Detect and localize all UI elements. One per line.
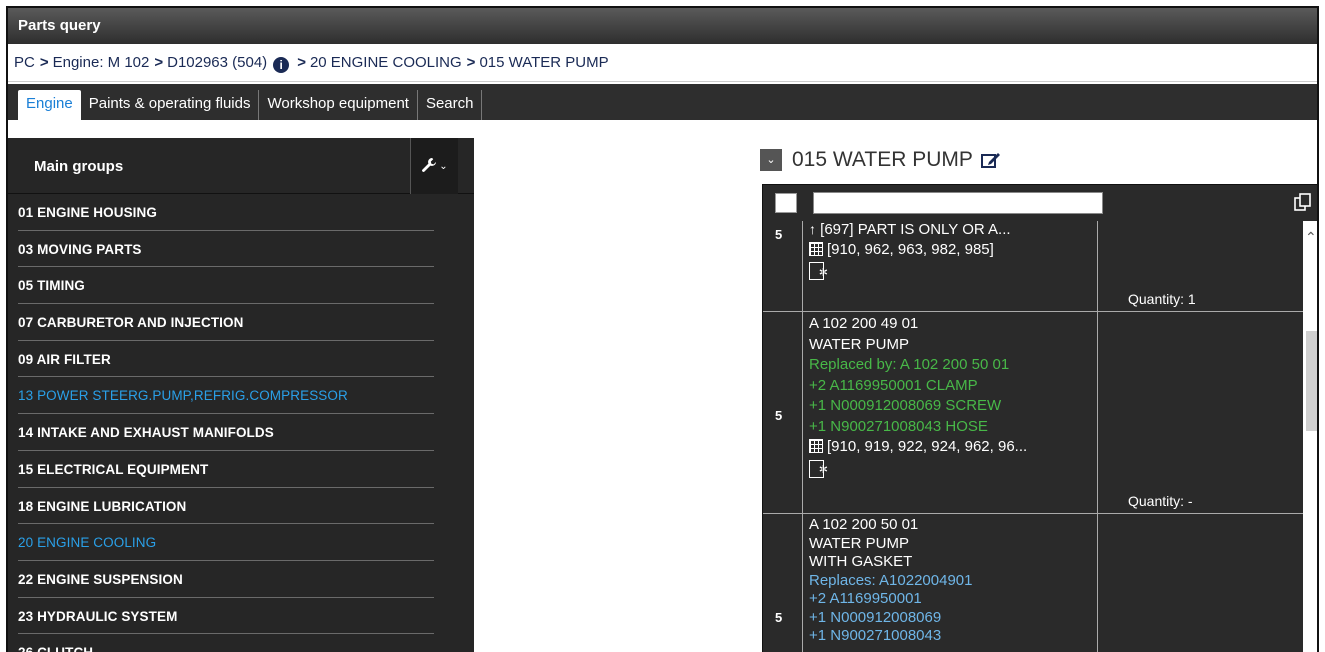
group-item[interactable]: 07 CARBURETOR AND INJECTION (8, 304, 474, 341)
tab-bar: Engine Paints & operating fluids Workshop … (8, 84, 1317, 120)
position-value: 5 (775, 227, 783, 242)
quantity-value: Quantity: - (1128, 493, 1193, 509)
replaced-by-note[interactable]: Replaced by: A 102 200 50 01 (809, 355, 1097, 376)
group-item[interactable]: 15 ELECTRICAL EQUIPMENT (8, 451, 474, 488)
position-cell: 5 (763, 221, 803, 311)
tab-engine[interactable]: Engine (18, 90, 81, 120)
main-groups-header: Main groups ⌄ (8, 138, 474, 194)
group-item[interactable]: 05 TIMING (8, 267, 474, 304)
description-cell: ↑ [697] PART IS ONLY OR A... [910, 962, … (803, 221, 1098, 311)
breadcrumb-item-engine[interactable]: Engine: M 102 (53, 54, 150, 71)
additional-part: +1 N900271008043 (809, 627, 942, 644)
parts-filter-input[interactable] (813, 192, 1103, 214)
breadcrumb-item-pc[interactable]: PC (14, 54, 35, 71)
breadcrumb-item-subgroup[interactable]: 015 WATER PUMP (479, 54, 608, 71)
group-item[interactable]: 22 ENGINE SUSPENSION (8, 561, 474, 598)
main-groups-panel: Main groups ⌄ 01 ENGINE HOUSING 03 MOVIN… (8, 138, 474, 652)
table-row[interactable]: 5 ↑ [697] PART IS ONLY OR A... [910, 962… (763, 221, 1303, 311)
additional-part: +1 N900271008043 HOSE (809, 417, 988, 435)
part-number[interactable]: A 102 200 49 01 (809, 314, 1097, 335)
chevron-right-icon: > (154, 54, 164, 71)
position-value: 5 (775, 408, 783, 423)
footnote-icon: ↑ (809, 221, 816, 237)
replaces-note[interactable]: Replaces: A1022004901 (809, 572, 1097, 591)
breadcrumb-item-group[interactable]: 20 ENGINE COOLING (310, 54, 462, 71)
section-title: 015 WATER PUMP (792, 148, 973, 171)
part-number[interactable]: A 102 200 50 01 (809, 516, 1097, 535)
breadcrumb: PC > Engine: M 102 > D102963 (504) i >20 ENGIN… (8, 46, 1317, 82)
tab-paints-fluids[interactable]: Paints & operating fluids (81, 90, 260, 120)
group-item[interactable]: 26 CLUTCH (8, 634, 474, 652)
tools-menu-button[interactable]: ⌄ (410, 138, 458, 194)
document-settings-icon[interactable] (809, 459, 828, 481)
description-cell: A 102 200 50 01 WATER PUMP WITH GASKET R… (803, 514, 1098, 652)
position-value: 5 (775, 610, 783, 625)
group-item[interactable]: 18 ENGINE LUBRICATION (8, 488, 474, 525)
parts-query-window: Parts query PC > Engine: M 102 > D102963 (50… (6, 6, 1319, 652)
chevron-right-icon: > (39, 54, 49, 71)
chevron-right-icon: > (297, 54, 306, 71)
calendar-icon (809, 242, 823, 256)
breadcrumb-item-model[interactable]: D102963 (504) (167, 54, 267, 71)
section-header: ⌄ 015 WATER PUMP (760, 145, 1001, 175)
chevron-up-icon[interactable]: ⌃ (1305, 229, 1317, 246)
additional-part: +1 N000912008069 (809, 608, 942, 626)
group-item[interactable]: 14 INTAKE AND EXHAUST MANIFOLDS (8, 414, 474, 451)
position-cell: 5 (763, 514, 803, 652)
group-item-selected[interactable]: 20 ENGINE COOLING (8, 524, 474, 561)
copy-icon[interactable] (1293, 192, 1313, 212)
table-row[interactable]: 5 A 102 200 49 01 WATER PUMP Replaced by… (763, 311, 1303, 513)
quantity-cell: Quantity: - (1098, 312, 1303, 513)
edit-icon[interactable] (980, 151, 1001, 169)
window-title: Parts query (8, 8, 1317, 44)
chevron-right-icon: > (466, 54, 476, 71)
select-all-checkbox[interactable] (775, 193, 797, 213)
quantity-value: Quantity: 1 (1128, 291, 1196, 307)
parts-table: 5 ↑ [697] PART IS ONLY OR A... [910, 962… (762, 184, 1317, 652)
code-list: [910, 919, 922, 924, 962, 96... (827, 438, 1028, 455)
tab-workshop-equipment[interactable]: Workshop equipment (259, 90, 418, 120)
info-icon[interactable]: i (273, 57, 290, 73)
wrench-icon (422, 158, 437, 172)
group-item[interactable]: 23 HYDRAULIC SYSTEM (8, 598, 474, 635)
code-list: [910, 962, 963, 982, 985] (827, 241, 994, 258)
table-row[interactable]: 5 A 102 200 50 01 WATER PUMP WITH GASKET… (763, 513, 1303, 652)
tab-search[interactable]: Search (418, 90, 483, 120)
additional-part: +2 A1169950001 CLAMP (809, 376, 978, 394)
description-cell: A 102 200 49 01 WATER PUMP Replaced by: … (803, 312, 1098, 513)
main-groups-list: 01 ENGINE HOUSING 03 MOVING PARTS 05 TIM… (8, 194, 474, 652)
main-groups-title: Main groups (34, 158, 124, 175)
parts-table-toolbar (763, 185, 1317, 221)
scrollbar[interactable]: ⌃ (1303, 221, 1317, 652)
quantity-cell: Quantity: 1 (1098, 221, 1303, 311)
part-name: WATER PUMP (809, 335, 909, 353)
scrollbar-thumb[interactable] (1306, 331, 1317, 431)
calendar-icon (809, 439, 823, 453)
chevron-down-icon: ⌄ (439, 161, 448, 172)
additional-part: +1 N000912008069 SCREW (809, 397, 1002, 414)
document-settings-icon[interactable] (809, 262, 828, 283)
footnote-text: [697] PART IS ONLY OR A... (820, 221, 1011, 238)
parts-rows: 5 ↑ [697] PART IS ONLY OR A... [910, 962… (763, 221, 1303, 652)
group-item[interactable]: 03 MOVING PARTS (8, 231, 474, 268)
part-name-detail: WITH GASKET (809, 553, 913, 570)
part-name: WATER PUMP (809, 534, 909, 552)
collapse-button[interactable]: ⌄ (760, 149, 782, 171)
group-item[interactable]: 01 ENGINE HOUSING (8, 194, 474, 231)
quantity-cell (1098, 514, 1303, 652)
position-cell: 5 (763, 312, 803, 513)
group-item[interactable]: 09 AIR FILTER (8, 341, 474, 378)
additional-part: +2 A1169950001 (809, 590, 922, 607)
group-item-highlighted[interactable]: 13 POWER STEERG.PUMP,REFRIG.COMPRESSOR (8, 377, 474, 414)
